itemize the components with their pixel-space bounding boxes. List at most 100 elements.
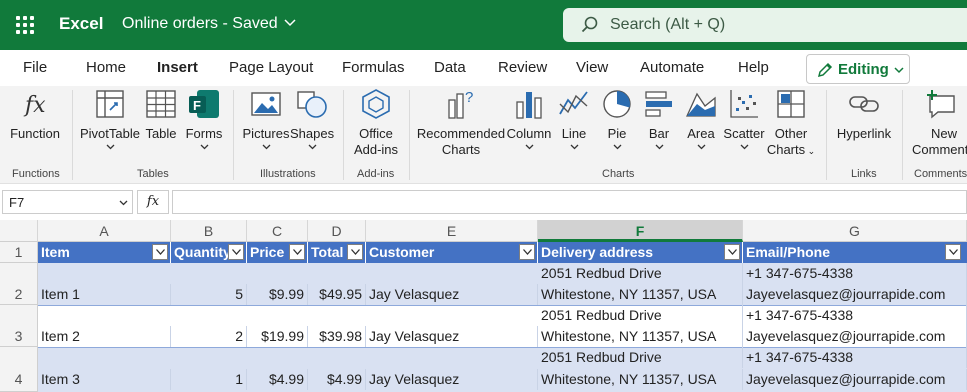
table-cell[interactable]: +1 347-675-4338 [743,263,967,284]
filter-dropdown-icon[interactable] [228,244,244,260]
tab-page-layout[interactable]: Page Layout [229,59,313,83]
tab-view[interactable]: View [576,59,608,83]
table-cell[interactable]: Whitestone, NY 11357, USA [538,326,743,347]
table-cell[interactable]: 2051 Redbud Drive [538,263,743,284]
tab-insert[interactable]: Insert [157,59,198,89]
chevron-down-icon [894,67,904,74]
filter-dropdown-icon[interactable] [724,244,740,260]
table-header-customer[interactable]: Customer [366,242,538,263]
table-cell[interactable]: Jayevelasquez@jourrapide.com [743,326,967,347]
table-cell[interactable]: Item 3 [38,369,171,390]
other-charts-button[interactable]: Other Charts ⌄ [766,88,816,159]
worksheet-grid[interactable]: A B C D E F G 1 2 3 4 Item Quantity Pric… [0,220,967,392]
pictures-button[interactable]: Pictures [242,88,290,151]
column-header-a[interactable]: A [38,220,171,242]
table-cell[interactable]: 2051 Redbud Drive [538,305,743,326]
filter-dropdown-icon[interactable] [519,244,535,260]
new-comment-button[interactable]: New Comment [908,88,967,158]
table-header-price[interactable]: Price [247,242,308,263]
function-button[interactable]: fx Function [8,88,62,142]
table-cell[interactable]: Item 1 [38,284,171,305]
table-cell[interactable]: $4.99 [247,369,308,390]
app-launcher-icon[interactable] [16,16,34,34]
table-header-email-phone[interactable]: Email/Phone [743,242,967,263]
row-header-3[interactable]: 3 [0,305,38,347]
document-title[interactable]: Online orders - Saved [122,15,278,33]
row-header-4[interactable]: 4 [0,347,38,392]
office-addins-button[interactable]: Office Add-ins [348,88,404,158]
chevron-down-icon[interactable] [119,198,128,207]
table-header-quantity[interactable]: Quantity [171,242,247,263]
tab-automate[interactable]: Automate [640,59,704,83]
table-cell[interactable]: Item 2 [38,326,171,347]
forms-button[interactable]: F Forms [184,88,224,151]
shapes-button[interactable]: Shapes [290,88,334,151]
table-cell[interactable]: +1 347-675-4338 [743,347,967,368]
formula-bar: F7 fx [0,184,967,220]
table-cell[interactable]: 2 [171,326,247,347]
table-header-total[interactable]: Total [308,242,366,263]
recommended-label-line2: Charts [441,142,481,157]
table-cell[interactable]: Jay Velasquez [366,284,538,305]
editing-mode-button[interactable]: Editing [806,54,910,84]
table-cell[interactable]: +1 347-675-4338 [743,305,967,326]
chevron-down-icon[interactable] [283,15,297,29]
tab-review[interactable]: Review [498,59,547,83]
row-header-1[interactable]: 1 [0,242,38,263]
line-chart-button[interactable]: Line [556,88,592,151]
column-header-c[interactable]: C [247,220,308,242]
pivottable-button[interactable]: PivotTable [79,88,141,151]
pencil-icon [817,62,833,78]
other-charts-icon [777,90,805,118]
area-chart-button[interactable]: Area [683,88,719,151]
tab-formulas[interactable]: Formulas [342,59,405,83]
table-cell[interactable]: 5 [171,284,247,305]
table-cell[interactable]: 1 [171,369,247,390]
hyperlink-button[interactable]: Hyperlink [834,88,894,142]
table-cell[interactable]: $9.99 [247,284,308,305]
chevron-down-icon [570,144,578,150]
insert-function-button[interactable]: fx [137,190,169,214]
formula-input[interactable] [172,190,967,214]
column-chart-button[interactable]: Column [506,88,552,151]
column-header-e[interactable]: E [366,220,538,242]
table-cell[interactable]: Jayevelasquez@jourrapide.com [743,369,967,390]
recommended-charts-button[interactable]: ? Recommended Charts [416,88,506,158]
table-cell[interactable]: Jay Velasquez [366,326,538,347]
pie-chart-button[interactable]: Pie [599,88,635,151]
tab-help[interactable]: Help [738,59,769,83]
search-input[interactable]: Search (Alt + Q) [563,8,967,42]
tab-home[interactable]: Home [86,59,126,83]
column-header-d[interactable]: D [308,220,366,242]
name-box[interactable]: F7 [2,190,133,214]
table-cell[interactable]: 2051 Redbud Drive [538,347,743,368]
select-all-corner[interactable] [0,220,38,242]
tab-data[interactable]: Data [434,59,466,83]
table-cell[interactable]: $19.99 [247,326,308,347]
table-cell[interactable]: $4.99 [308,369,366,390]
table-cell[interactable]: $49.95 [308,284,366,305]
filter-dropdown-icon[interactable] [945,244,961,260]
column-header-f[interactable]: F [538,220,743,242]
column-header-g[interactable]: G [743,220,967,242]
table-cell[interactable]: Whitestone, NY 11357, USA [538,284,743,305]
addins-label-line1: Office [359,126,393,141]
scatter-chart-button[interactable]: Scatter [722,88,766,151]
pivottable-icon [96,90,124,118]
row-header-2[interactable]: 2 [0,263,38,305]
tab-file[interactable]: File [23,59,47,83]
filter-dropdown-icon[interactable] [289,244,305,260]
filter-dropdown-icon[interactable] [347,244,363,260]
table-cell[interactable]: Jayevelasquez@jourrapide.com [743,284,967,305]
chevron-down-icon [655,144,663,150]
table-cell[interactable]: Whitestone, NY 11357, USA [538,369,743,390]
table-cell[interactable]: Jay Velasquez [366,369,538,390]
filter-dropdown-icon[interactable] [152,244,168,260]
bar-chart-button[interactable]: Bar [641,88,677,151]
table-header-item[interactable]: Item [38,242,171,263]
column-header-b[interactable]: B [171,220,247,242]
table-header-delivery-address[interactable]: Delivery address [538,242,743,263]
table-button[interactable]: Table [144,88,178,142]
table-cell[interactable]: $39.98 [308,326,366,347]
app-name[interactable]: Excel [59,14,103,34]
